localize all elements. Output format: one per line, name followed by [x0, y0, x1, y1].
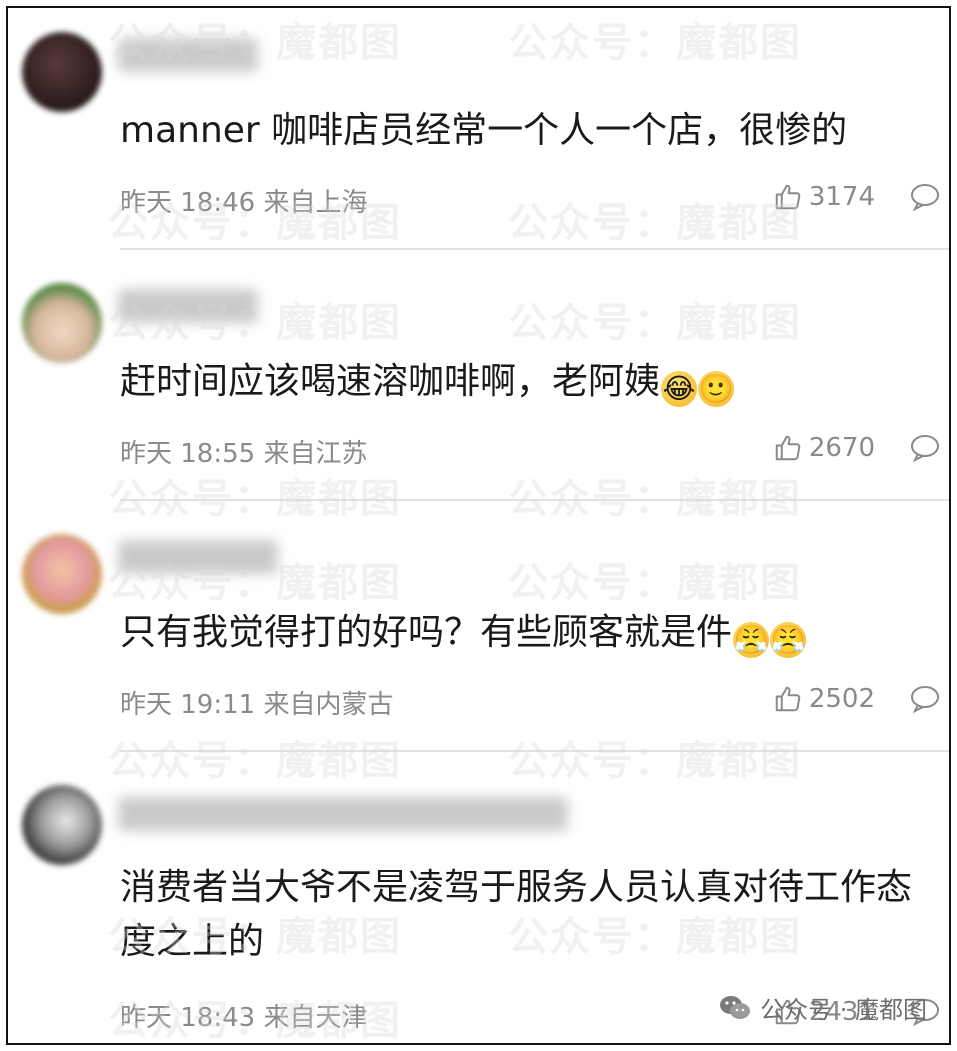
like-button[interactable]: 3174 [773, 182, 875, 212]
watermark: 公众号：魔都图 [508, 300, 802, 346]
speech-bubble-icon[interactable] [909, 684, 941, 714]
comment-list-panel: manner 咖啡店员经常一个人一个店，很惨的 昨天 18:46 来自上海 31… [6, 6, 951, 1045]
thumbs-up-icon [775, 435, 801, 461]
username-blurred[interactable] [118, 797, 568, 831]
divider [120, 248, 949, 250]
brand-badge: 公众号 · 魔都图 [718, 990, 927, 1025]
comment-text: 只有我觉得打的好吗？有些顾客就是件😤😤 [120, 606, 929, 660]
smile-emoji: 🙂 [698, 371, 735, 407]
comment-body: 只有我觉得打的好吗？有些顾客就是件 [120, 612, 733, 653]
username-blurred[interactable] [118, 289, 258, 323]
like-count: 2502 [808, 684, 875, 714]
watermark: 公众号：魔都图 [508, 738, 802, 784]
watermark: 公众号：魔都图 [108, 476, 402, 522]
watermark: 公众号：魔都图 [508, 476, 802, 522]
comment-text: 赶时间应该喝速溶咖啡啊，老阿姨😂 🙂 [120, 355, 929, 409]
comment-meta: 昨天 18:55 来自江苏 [120, 439, 368, 469]
wechat-icon [720, 995, 751, 1019]
avatar[interactable] [22, 785, 102, 865]
watermark: 公众号：魔都图 [508, 20, 802, 66]
comment-text: 消费者当大爷不是凌驾于服务人员认真对待工作态度之上的 [120, 861, 929, 969]
divider [120, 499, 949, 501]
speech-bubble-icon[interactable] [909, 433, 941, 463]
like-count: 3174 [808, 182, 875, 212]
brand-label: 公众号 · 魔都图 [760, 996, 927, 1024]
laughing-emoji: 😂 [661, 371, 698, 407]
thumbs-up-icon [775, 184, 801, 210]
steam-emoji: 😤 [770, 622, 807, 658]
steam-emoji: 😤 [733, 622, 770, 658]
avatar[interactable] [22, 534, 102, 614]
like-count: 2670 [808, 433, 875, 463]
comment-body: 消费者当大爷不是凌驾于服务人员认真对待工作态度之上的 [120, 867, 913, 962]
username-blurred[interactable] [118, 540, 278, 574]
comment-meta: 昨天 19:11 来自内蒙古 [120, 690, 394, 720]
watermark: 公众号：魔都图 [508, 200, 802, 246]
avatar[interactable] [22, 283, 102, 363]
avatar[interactable] [22, 32, 102, 112]
watermark: 公众号：魔都图 [108, 738, 402, 784]
comment-body: manner 咖啡店员经常一个人一个店，很惨的 [120, 110, 848, 151]
comment-body: 赶时间应该喝速溶咖啡啊，老阿姨 [120, 361, 661, 402]
thumbs-up-icon [775, 686, 801, 712]
divider [120, 750, 949, 752]
like-button[interactable]: 2670 [773, 433, 875, 463]
speech-bubble-icon[interactable] [909, 182, 941, 212]
watermark: 公众号：魔都图 [508, 560, 802, 606]
username-blurred[interactable] [118, 38, 258, 72]
comment-text: manner 咖啡店员经常一个人一个店，很惨的 [120, 104, 929, 158]
comment-meta: 昨天 18:46 来自上海 [120, 188, 368, 218]
comment-meta: 昨天 18:43 来自天津 [120, 1003, 368, 1033]
like-button[interactable]: 2502 [773, 684, 875, 714]
